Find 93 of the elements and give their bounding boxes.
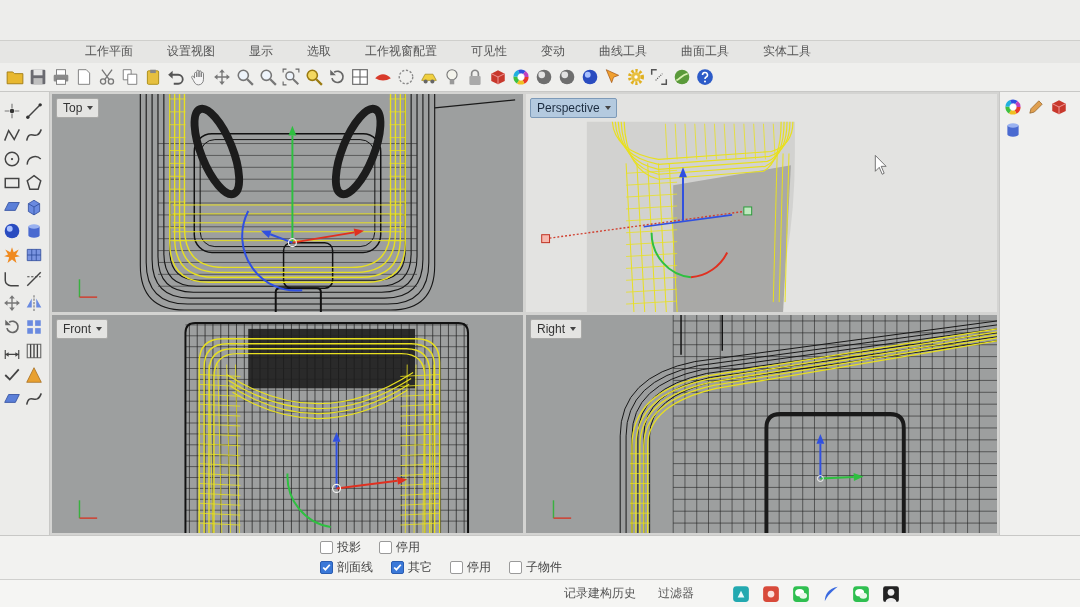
dashed-line-icon[interactable] <box>25 270 43 288</box>
caret-icon <box>603 104 612 112</box>
checkbox-option[interactable]: 其它 <box>391 559 432 576</box>
axes-icon <box>78 278 98 298</box>
checkbox[interactable] <box>379 541 392 554</box>
starburst-icon[interactable] <box>3 246 21 264</box>
line-icon[interactable] <box>25 102 43 120</box>
caret-icon <box>569 325 577 333</box>
checkbox-option[interactable]: 投影 <box>320 539 361 556</box>
toolbar-tab[interactable]: 工作平面 <box>70 40 148 63</box>
viewport-tab[interactable]: Top <box>56 98 100 118</box>
move-icon[interactable] <box>3 294 21 312</box>
cylinder-icon[interactable] <box>1004 121 1022 139</box>
clipboard-icon[interactable] <box>144 68 162 86</box>
sphere-icon[interactable] <box>3 222 21 240</box>
app-tile-icon[interactable] <box>732 584 750 603</box>
dashed-circle-icon[interactable] <box>397 68 415 86</box>
zoom-icon[interactable] <box>236 68 254 86</box>
check-icon[interactable] <box>3 366 21 384</box>
folder-icon[interactable] <box>6 68 24 86</box>
lock-icon[interactable] <box>466 68 484 86</box>
circle-icon[interactable] <box>3 150 21 168</box>
rotate-view-icon[interactable] <box>3 318 21 336</box>
lightbulb-icon[interactable] <box>443 68 461 86</box>
avatar-tile-icon[interactable] <box>882 584 900 603</box>
viewport-tab[interactable]: Front <box>56 319 108 339</box>
caret-icon <box>86 104 95 112</box>
gizmo-drawing <box>816 433 864 482</box>
mesh-icon[interactable] <box>25 246 43 264</box>
checkbox-option[interactable]: 停用 <box>379 539 420 556</box>
cube-icon[interactable] <box>489 68 507 86</box>
chat-bubbles-icon[interactable] <box>852 584 870 603</box>
globe-icon[interactable] <box>673 68 691 86</box>
sphere-icon[interactable] <box>581 68 599 86</box>
rotate-view-icon[interactable] <box>328 68 346 86</box>
checkbox[interactable] <box>509 561 522 574</box>
caret-icon <box>95 325 103 333</box>
polygon-icon[interactable] <box>25 174 43 192</box>
status-pane[interactable]: 记录建构历史 <box>560 583 640 604</box>
toolbar-tab[interactable]: 变动 <box>526 40 580 63</box>
viewport-tab[interactable]: Perspective <box>530 98 617 118</box>
zoom-icon[interactable] <box>305 68 323 86</box>
checkbox[interactable] <box>320 541 333 554</box>
checkbox-option[interactable]: 子物件 <box>509 559 562 576</box>
curve-icon[interactable] <box>25 126 43 144</box>
toolbar-tab[interactable]: 曲面工具 <box>666 40 744 63</box>
fillet-icon[interactable] <box>3 270 21 288</box>
scissors-icon[interactable] <box>98 68 116 86</box>
status-pane[interactable]: 过滤器 <box>654 583 698 604</box>
curve-icon[interactable] <box>25 390 43 408</box>
undo-icon[interactable] <box>167 68 185 86</box>
hatch-icon[interactable] <box>25 342 43 360</box>
cylinder-icon[interactable] <box>25 222 43 240</box>
pencil-icon[interactable] <box>1027 98 1045 116</box>
toolbar-tab[interactable]: 设置视图 <box>152 40 230 63</box>
toolbar-tab[interactable]: 选取 <box>292 40 346 63</box>
axes-icon <box>78 499 98 519</box>
color-wheel-icon[interactable] <box>1004 98 1022 116</box>
zoom-icon[interactable] <box>259 68 277 86</box>
app-tile-icon[interactable] <box>762 584 780 603</box>
array-icon[interactable] <box>25 318 43 336</box>
sphere-icon[interactable] <box>558 68 576 86</box>
sphere-icon[interactable] <box>535 68 553 86</box>
toolbar-tab[interactable]: 可见性 <box>456 40 522 63</box>
toolbar-tab[interactable]: 工作视窗配置 <box>350 40 452 63</box>
cube-icon[interactable] <box>1050 98 1068 116</box>
corner-brackets-icon[interactable] <box>650 68 668 86</box>
mirror-icon[interactable] <box>25 294 43 312</box>
point-icon[interactable] <box>3 102 21 120</box>
checkbox[interactable] <box>391 561 404 574</box>
feather-icon[interactable] <box>822 584 840 603</box>
checkbox[interactable] <box>450 561 463 574</box>
checkbox[interactable] <box>320 561 333 574</box>
cursor-arrow-icon[interactable] <box>604 68 622 86</box>
chat-bubbles-icon[interactable] <box>792 584 810 603</box>
box-icon[interactable] <box>25 198 43 216</box>
zoom-extents-icon[interactable] <box>282 68 300 86</box>
toolbar-tab[interactable]: 实体工具 <box>748 40 826 63</box>
axes-icon <box>552 499 572 519</box>
printer-icon[interactable] <box>52 68 70 86</box>
polyline-icon[interactable] <box>3 126 21 144</box>
copy-icon[interactable] <box>121 68 139 86</box>
page-icon[interactable] <box>75 68 93 86</box>
pointer-icon <box>874 155 887 175</box>
toolbar-tab[interactable]: 显示 <box>234 40 288 63</box>
grid-icon[interactable] <box>351 68 369 86</box>
checkbox-option[interactable]: 停用 <box>450 559 491 576</box>
color-wheel-icon[interactable] <box>512 68 530 86</box>
checkbox-option[interactable]: 剖面线 <box>320 559 373 576</box>
move-icon[interactable] <box>213 68 231 86</box>
help-icon[interactable] <box>696 68 714 86</box>
toolbar-tab[interactable]: 曲线工具 <box>584 40 662 63</box>
viewport-tab[interactable]: Right <box>530 319 582 339</box>
